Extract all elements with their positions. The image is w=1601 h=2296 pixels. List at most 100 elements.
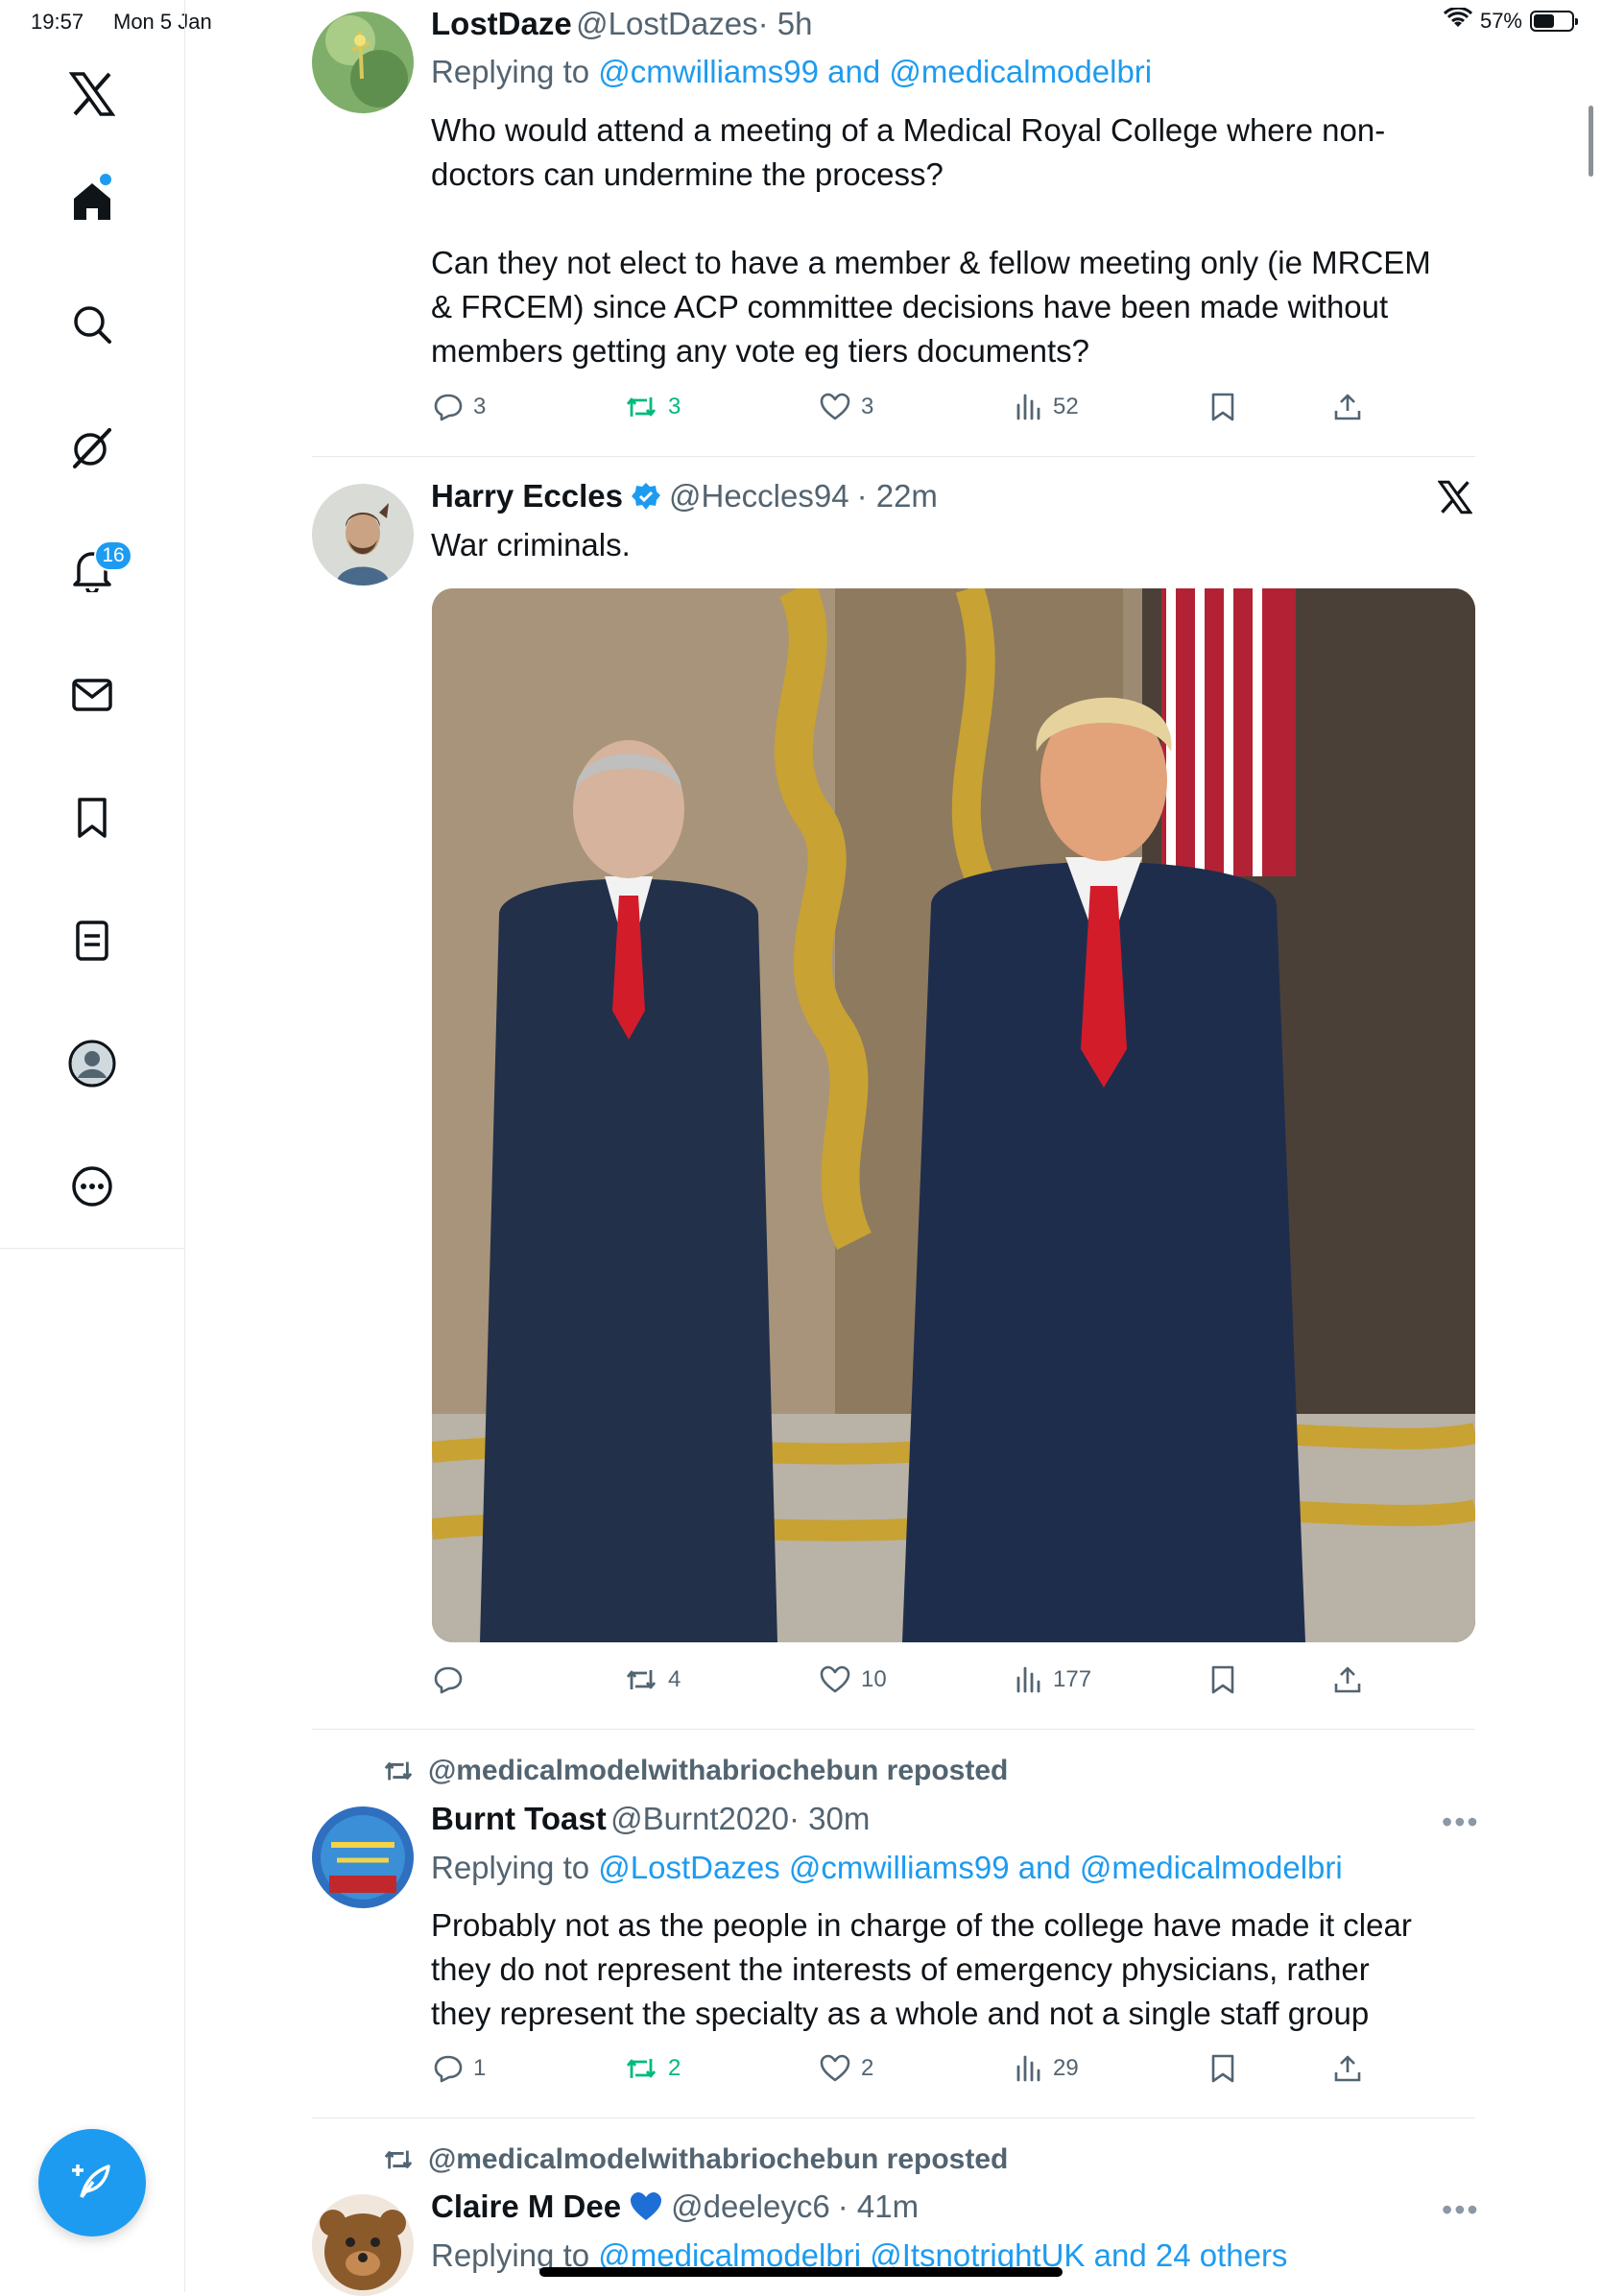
- battery-icon: [1530, 11, 1578, 32]
- share-button[interactable]: [1332, 2053, 1363, 2084]
- repost-count: 4: [668, 1666, 681, 1692]
- like-button[interactable]: 2: [819, 2053, 873, 2084]
- views-icon: [1016, 2055, 1040, 2082]
- reply-button[interactable]: 3: [433, 392, 486, 422]
- lists-icon[interactable]: [58, 906, 127, 975]
- views-button[interactable]: 52: [1015, 392, 1079, 422]
- reply-button[interactable]: [433, 1664, 473, 1695]
- tweet-header: Claire M Dee @deeleyc6 · 41m: [431, 2188, 919, 2225]
- avatar[interactable]: [312, 484, 414, 586]
- share-button[interactable]: [1332, 392, 1363, 422]
- status-indicators: 57%: [1443, 6, 1578, 35]
- text-line: Probably not as the people in charge of …: [431, 1907, 1412, 1943]
- blue-heart-icon: [631, 2192, 662, 2220]
- heart-icon: [820, 1665, 850, 1693]
- share-icon: [1334, 394, 1361, 420]
- tweet-time: · 41m: [837, 2188, 920, 2224]
- reply-count: 1: [473, 2055, 487, 2081]
- bookmark-icon: [1211, 1665, 1234, 1694]
- home-icon[interactable]: [58, 167, 127, 236]
- repost-icon: [384, 1761, 413, 1781]
- reply-targets-link[interactable]: @LostDazes @cmwilliams99 and @medicalmod…: [598, 1850, 1342, 1885]
- like-count: 10: [861, 1666, 887, 1692]
- like-count: 3: [861, 394, 874, 419]
- messages-icon[interactable]: [58, 660, 127, 729]
- text-line: & FRCEM) since ACP committee decisions h…: [431, 289, 1389, 324]
- wifi-icon: [1443, 6, 1473, 35]
- author-handle[interactable]: @Burnt2020: [610, 1801, 789, 1836]
- tweet-text: Probably not as the people in charge of …: [431, 1903, 1487, 2036]
- repost-button[interactable]: 3: [624, 392, 681, 422]
- scrollbar[interactable]: [1589, 106, 1593, 177]
- reply-button[interactable]: 1: [433, 2053, 486, 2084]
- repost-count: 2: [668, 2055, 681, 2081]
- photo-image: [432, 588, 1475, 1642]
- views-count: 29: [1053, 2055, 1079, 2081]
- home-indicator[interactable]: [539, 2267, 1063, 2277]
- bookmark-button[interactable]: [1209, 2053, 1236, 2084]
- author-name[interactable]: Harry Eccles: [431, 478, 623, 514]
- notifications-badge: 16: [94, 540, 132, 571]
- grok-icon[interactable]: [58, 413, 127, 482]
- share-button[interactable]: [1332, 1664, 1363, 1695]
- author-name[interactable]: LostDaze: [431, 6, 572, 41]
- reply-icon: [434, 394, 463, 421]
- reply-count: 3: [473, 394, 487, 419]
- author-name[interactable]: Burnt Toast: [431, 1801, 607, 1836]
- views-count: 52: [1053, 394, 1079, 419]
- tweet-text: Who would attend a meeting of a Medical …: [431, 108, 1487, 373]
- search-icon[interactable]: [58, 290, 127, 359]
- tweet-header: Harry Eccles @Heccles94 · 22m: [431, 478, 938, 514]
- like-button[interactable]: 10: [819, 1664, 887, 1695]
- compose-post-button[interactable]: [38, 2129, 146, 2236]
- views-icon: [1016, 394, 1040, 420]
- x-logo-icon[interactable]: [58, 60, 127, 129]
- text-line: doctors can undermine the process?: [431, 156, 944, 192]
- repost-icon: [626, 397, 657, 417]
- replying-to-label: Replying to: [431, 54, 599, 89]
- replying-to: Replying to @cmwilliams99 and @medicalmo…: [431, 54, 1152, 90]
- tweet-divider: [312, 456, 1475, 457]
- text-line: Who would attend a meeting of a Medical …: [431, 112, 1386, 148]
- bookmark-button[interactable]: [1209, 392, 1236, 422]
- text-line: they represent the specialty as a whole …: [431, 1996, 1370, 2031]
- tweet-text: War criminals.: [431, 527, 631, 562]
- views-button[interactable]: 29: [1015, 2053, 1079, 2084]
- profile-icon[interactable]: [58, 1029, 127, 1098]
- replying-to: Replying to @LostDazes @cmwilliams99 and…: [431, 1850, 1343, 1886]
- repost-label[interactable]: @medicalmodelwithabriochebun reposted: [428, 2143, 1008, 2176]
- tweet-header: Burnt Toast @Burnt2020· 30m: [431, 1801, 870, 1837]
- text-line: members getting any vote eg tiers docume…: [431, 333, 1090, 369]
- views-button[interactable]: 177: [1015, 1664, 1091, 1695]
- avatar[interactable]: [312, 1806, 414, 1908]
- tweet-photo[interactable]: [432, 588, 1475, 1642]
- author-handle[interactable]: @LostDazes: [576, 6, 757, 41]
- repost-icon: [626, 1670, 657, 1689]
- home-unread-dot: [100, 174, 111, 185]
- tweet-time: · 30m: [788, 1801, 871, 1836]
- heart-icon: [820, 2054, 850, 2082]
- bookmarks-icon[interactable]: [58, 783, 127, 852]
- tweet-time: · 5h: [757, 6, 813, 41]
- repost-label[interactable]: @medicalmodelwithabriochebun reposted: [428, 1755, 1008, 1787]
- more-options-icon[interactable]: •••: [1442, 2192, 1480, 2228]
- more-options-icon[interactable]: •••: [1442, 1805, 1480, 1840]
- views-count: 177: [1053, 1666, 1092, 1692]
- avatar[interactable]: [312, 2194, 414, 2296]
- reply-targets-link[interactable]: @cmwilliams99 and @medicalmodelbri: [598, 54, 1152, 89]
- author-handle[interactable]: @deeleyc6: [671, 2188, 830, 2225]
- author-name[interactable]: Claire M Dee: [431, 2188, 621, 2225]
- author-handle[interactable]: @Heccles94: [669, 478, 849, 514]
- like-button[interactable]: 3: [819, 392, 873, 422]
- repost-button[interactable]: 4: [624, 1664, 681, 1695]
- text-line: they do not represent the interests of e…: [431, 1951, 1370, 1987]
- avatar[interactable]: [312, 12, 414, 113]
- verified-badge-icon: [631, 483, 660, 510]
- bookmark-button[interactable]: [1209, 1664, 1236, 1695]
- share-icon: [1334, 1666, 1361, 1693]
- feather-plus-icon: [72, 2164, 110, 2199]
- repost-button[interactable]: 2: [624, 2053, 681, 2084]
- more-icon[interactable]: [58, 1152, 127, 1221]
- x-logo-icon[interactable]: [1437, 480, 1473, 519]
- repost-icon: [384, 2150, 413, 2169]
